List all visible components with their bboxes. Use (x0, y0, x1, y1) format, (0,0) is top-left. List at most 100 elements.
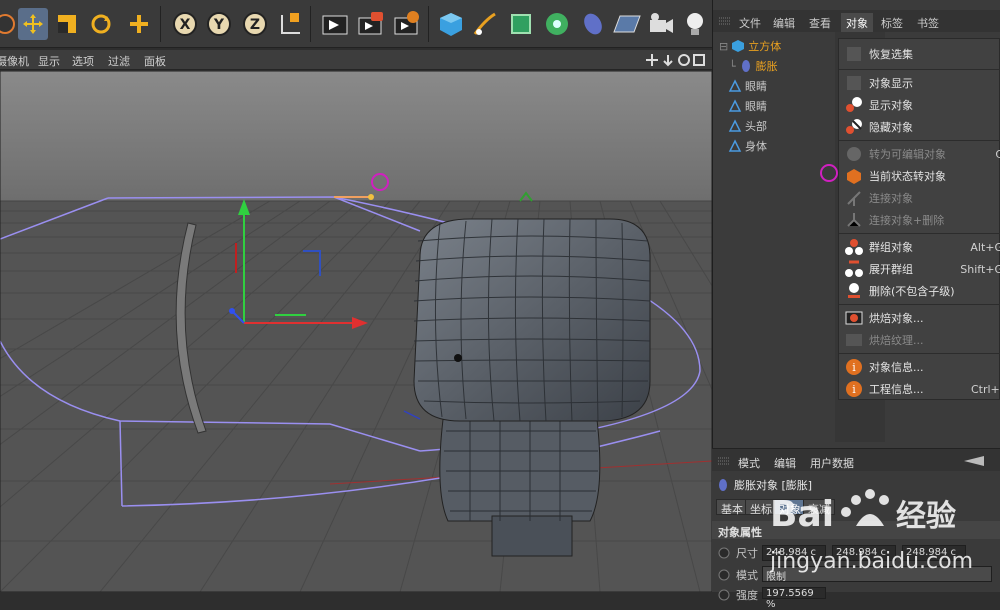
menu-item-hide-object[interactable]: 隐藏对象 (839, 116, 1000, 138)
om-menu-edit[interactable]: 编辑 (773, 15, 795, 31)
deformer-button[interactable] (578, 8, 608, 40)
z-axis-icon: Z (243, 12, 267, 36)
menu-item-current-state[interactable]: 当前状态转对象 (839, 165, 1000, 187)
attribute-menubar: 模式 编辑 用户数据 (712, 449, 1000, 471)
attribute-title: 膨胀对象 [膨胀] (734, 479, 813, 492)
strength-row: 强度 (718, 587, 758, 603)
menu-item-connect[interactable]: 连接对象 (839, 187, 1000, 209)
size-z-field[interactable]: 248.984 c (902, 545, 966, 561)
render-view-icon (322, 15, 348, 35)
floor-button[interactable] (612, 8, 642, 40)
radio-icon[interactable] (718, 569, 730, 581)
pen-icon (473, 12, 496, 35)
tab-basic[interactable]: 基本 (716, 499, 748, 516)
strength-label: 强度 (736, 589, 758, 602)
render-view-button[interactable] (320, 8, 350, 40)
svg-text:i: i (852, 361, 856, 374)
attr-menu-edit[interactable]: 编辑 (774, 455, 796, 471)
menu-item-project-info[interactable]: i 工程信息... Ctrl+I (839, 378, 1000, 400)
tab-falloff[interactable]: 衰减 (803, 499, 835, 516)
nav-back-icon[interactable] (962, 455, 992, 467)
size-y-field[interactable]: 248.984 c (832, 545, 896, 561)
panel-grip-icon (719, 17, 731, 25)
object-context-menu: 恢复选集 对象显示 显示对象 隐藏对象 转为可编辑对象 C 当前状态转对象 连接… (838, 38, 1000, 400)
menu-item-ungroup[interactable]: 展开群组 Shift+G (839, 258, 1000, 280)
object-row-eye-1[interactable]: 眼睛 (717, 76, 835, 96)
om-menu-object[interactable]: 对象 (841, 13, 873, 33)
tab-object[interactable]: 对象 (774, 499, 806, 516)
cube-button[interactable] (436, 8, 466, 40)
svg-text:X: X (180, 17, 191, 33)
light-button[interactable] (680, 8, 710, 40)
radio-icon[interactable] (718, 589, 730, 601)
y-axis-lock-button[interactable]: Y (204, 8, 234, 40)
3d-viewport[interactable] (0, 71, 712, 592)
menu-item-object-info[interactable]: i 对象信息... (839, 356, 1000, 378)
project-info-icon: i (846, 381, 862, 397)
add-tool-button[interactable] (124, 8, 154, 40)
world-coord-button[interactable] (276, 8, 306, 40)
object-row-cube[interactable]: ⊟ 立方体 (717, 36, 835, 56)
menu-item-delete-no-children[interactable]: 删除(不包含子级) (839, 280, 1000, 302)
section-header: 对象属性 (712, 521, 1000, 539)
om-menu-tags[interactable]: 标签 (881, 15, 903, 31)
mode-select[interactable]: 限制 (762, 566, 992, 583)
current-state-icon (847, 169, 861, 184)
attr-menu-userdata[interactable]: 用户数据 (810, 455, 854, 471)
move-tool-button[interactable] (18, 8, 48, 40)
strength-field[interactable]: 197.5569 % (762, 587, 826, 610)
size-row: 尺寸 (718, 545, 758, 561)
render-picture-button[interactable] (356, 8, 386, 40)
viewport-menu-filter[interactable]: 过滤 (108, 53, 130, 69)
tab-coord[interactable]: 坐标 (745, 499, 777, 516)
scale-box-button[interactable] (52, 8, 82, 40)
om-menu-file[interactable]: 文件 (739, 15, 761, 31)
world-coordinates-icon (281, 13, 300, 34)
om-menu-bookmarks[interactable]: 书签 (917, 15, 939, 31)
size-x-field[interactable]: 248.984 c (762, 545, 826, 561)
object-row-eye-2[interactable]: 眼睛 (717, 96, 835, 116)
radio-icon[interactable] (718, 547, 730, 559)
menu-item-object-display[interactable]: 对象显示 (839, 72, 1000, 94)
z-axis-lock-button[interactable]: Z (240, 8, 270, 40)
x-axis-lock-button[interactable]: X (170, 8, 200, 40)
bulge-deformer-icon (719, 479, 727, 491)
menu-item-connect-delete[interactable]: 连接对象+删除 (839, 209, 1000, 231)
viewport-menu-display[interactable]: 显示 (38, 53, 60, 69)
move-arrows-icon (23, 14, 43, 34)
render-picture-icon (358, 12, 383, 35)
viewport-menu-camera[interactable]: 摄像机 (0, 53, 29, 69)
menu-item-make-editable[interactable]: 转为可编辑对象 C (839, 143, 1000, 165)
pen-tool-button[interactable] (470, 8, 500, 40)
object-row-head[interactable]: 头部 (717, 116, 835, 136)
null-object-icon (728, 79, 742, 92)
render-settings-button[interactable] (392, 8, 422, 40)
menu-item-restore-selection[interactable]: 恢复选集 (839, 43, 1000, 65)
viewport-nav-icons[interactable] (646, 53, 706, 67)
null-object-icon (728, 139, 742, 152)
subdivision-button[interactable] (506, 8, 536, 40)
y-axis-icon: Y (207, 12, 231, 36)
menu-item-bake-object[interactable]: 烘焙对象... (839, 307, 1000, 329)
attr-menu-mode[interactable]: 模式 (738, 455, 760, 471)
display-icon (847, 76, 861, 90)
hide-object-icon (846, 119, 862, 134)
menu-item-show-object[interactable]: 显示对象 (839, 94, 1000, 116)
mode-label: 模式 (736, 569, 758, 582)
object-name: 膨胀 (755, 60, 778, 73)
menu-item-group[interactable]: 群组对象 Alt+G (839, 236, 1000, 258)
svg-text:i: i (852, 383, 856, 396)
cube-icon (440, 13, 462, 36)
camera-button[interactable] (646, 8, 676, 40)
menu-item-bake-texture[interactable]: 烘焙纹理... (839, 329, 1000, 351)
viewport-menu-options[interactable]: 选项 (72, 53, 94, 69)
viewport-menu-panel[interactable]: 面板 (144, 53, 166, 69)
ungroup-icon (845, 260, 863, 277)
group-icon (845, 239, 863, 255)
object-row-body[interactable]: 身体 (717, 136, 835, 156)
om-menu-view[interactable]: 查看 (809, 15, 831, 31)
object-row-bulge[interactable]: └ 膨胀 (717, 56, 835, 76)
mograph-button[interactable] (542, 8, 572, 40)
svg-text:Z: Z (250, 17, 260, 33)
rotate-tool-button[interactable] (86, 8, 116, 40)
